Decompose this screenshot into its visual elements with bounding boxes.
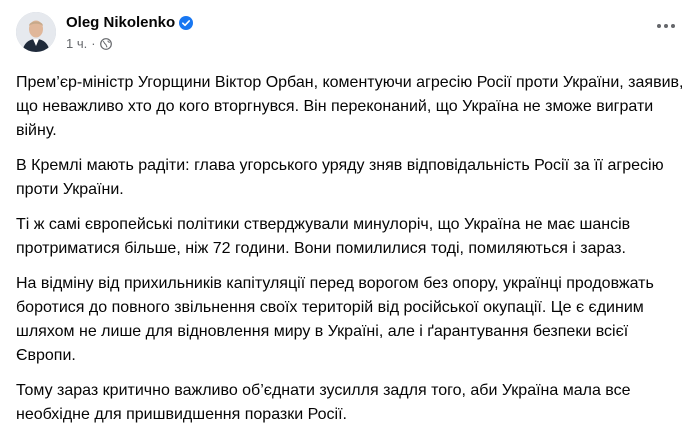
verified-badge-icon <box>179 15 194 30</box>
more-dot <box>657 24 661 28</box>
more-dot <box>671 24 675 28</box>
globe-icon[interactable] <box>99 37 112 50</box>
meta-separator: · <box>91 36 96 51</box>
author-row: Oleg Nikolenko <box>66 14 194 31</box>
post-paragraph: Тому зараз критично важливо об’єднати зу… <box>16 382 631 423</box>
post-paragraph: Прем’єр-міністр Угорщини Віктор Орбан, к… <box>16 74 684 139</box>
post-timestamp[interactable]: 1 ч. <box>66 36 87 51</box>
post-paragraph: На відміну від прихильників капітуляції … <box>16 275 654 364</box>
post-text: Прем’єр-міністр Угорщини Віктор Орбан, к… <box>16 71 684 438</box>
author-name[interactable]: Oleg Nikolenko <box>66 14 175 31</box>
more-options-icon[interactable] <box>648 16 684 36</box>
post-paragraph: В Кремлі мають радіти: глава угорського … <box>16 157 664 198</box>
post-meta: 1 ч. · <box>66 36 112 51</box>
author-avatar[interactable] <box>16 12 56 52</box>
post-header: Oleg Nikolenko 1 ч. · <box>16 12 684 62</box>
more-dot <box>664 24 668 28</box>
post-paragraph: Ті ж самі європейські політики стверджув… <box>16 216 631 257</box>
facebook-post: Oleg Nikolenko 1 ч. · Прем’єр-міністр Уг… <box>0 0 700 437</box>
